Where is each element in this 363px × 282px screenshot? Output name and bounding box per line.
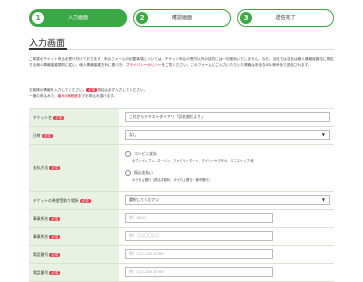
office-code-input[interactable]: 例）0001 (125, 213, 273, 223)
option-label: 振込支払い (134, 170, 153, 175)
option-description: ゆうちょ銀行（振込手数料：ゆうちょ銀行・都市銀行） (132, 178, 212, 182)
step-progress: 1 入力画面 2 確認画面 3 送信完了 (29, 9, 334, 27)
step-label: 送信完了 (275, 15, 296, 21)
label-text: 電話番号 (33, 270, 49, 275)
label-text: 日時 (33, 133, 41, 138)
instruction-text: お客様の情報を入力してください。 (29, 88, 87, 92)
form-row-office-name: 事業所名 必須 例）0001 (29, 210, 334, 228)
required-badge: 必須 (49, 234, 61, 240)
intro-text: をご覧ください。このフォームにご入力いただいた情報は安全な (161, 63, 266, 67)
seat-limit-note: 最大5席程度まで (57, 94, 86, 98)
intro-text: SSL暗号化 (265, 63, 284, 67)
field-label: チケット名 必須 (29, 109, 119, 126)
field-label: 事業所名 必須 (29, 210, 119, 227)
application-form: チケット名 必須 これからテキストダイアリ「浜名湖だより」 日時 必須 なし ▼ … (29, 108, 334, 282)
phone-input-2[interactable]: 例）012-345-6789 (125, 267, 273, 277)
payment-options: コンビニ支払 セブンイレブン、ローソン、ファミリーマート、デイリーヤマザキ、ミニ… (125, 148, 330, 188)
option-label: コンビニ支払 (134, 151, 157, 156)
payment-option-transfer[interactable]: 振込支払い (125, 170, 153, 176)
delivery-location-select[interactable]: 選択してください ▼ (125, 195, 330, 205)
intro-paragraph: ご希望のチケット申込を受け付けております。申込フォームの記載事項については、チケ… (29, 56, 334, 68)
title-divider (29, 48, 334, 50)
field-label: 支払方法 必須 (29, 145, 119, 191)
label-text: チケットの希望受取り場所 (33, 198, 79, 203)
form-row-delivery: チケットの希望受取り場所 必須 選択してください ▼ (29, 192, 334, 210)
step-input: 1 入力画面 (29, 9, 127, 27)
ticket-name-field[interactable]: これからテキストダイアリ「浜名湖だより」 (125, 112, 330, 122)
date-select[interactable]: なし ▼ (125, 130, 330, 140)
select-value: 選択してください (129, 197, 160, 202)
required-badge: 必須 (49, 270, 61, 276)
intro-text: で送信されます。 (283, 63, 312, 67)
required-badge: 必須 (41, 133, 53, 139)
label-text: 事業所名 (33, 234, 49, 239)
required-badge: 必須 (79, 198, 91, 204)
required-badge: 必須 (49, 165, 61, 171)
label-text: チケット名 (33, 115, 52, 120)
field-label: チケットの希望受取り場所 必須 (29, 192, 119, 209)
instruction-text: 一度の申込みで、 (29, 94, 58, 98)
required-badge: 必須 (86, 87, 98, 93)
intro-text: に従い、個人情報保護方針に基づき、 (64, 63, 126, 67)
intro-text: ご希望のチケット申込を受け付けております。申込フォームの記載事項については、チケ… (29, 57, 295, 61)
instructions: お客様の情報を入力してください。 必須 項目は必ず入力してください。 一度の申込みで… (29, 87, 334, 99)
step-label: 入力画面 (67, 15, 88, 21)
privacy-policy-link[interactable]: プライバシーポリシー (126, 63, 162, 67)
form-row-phone: 電話番号 必須 例）012-345-6789 (29, 246, 334, 264)
required-badge: 必須 (49, 252, 61, 258)
office-name-input[interactable]: 例）〇〇〇〇〇〇 (125, 231, 273, 241)
label-text: 事業所名 (33, 216, 49, 221)
instruction-text: お申込み頂けます。 (85, 94, 118, 98)
field-label: 電話番号 必須 (29, 264, 119, 281)
label-text: 電話番号 (33, 252, 49, 257)
payment-option-convenience[interactable]: コンビニ支払 (125, 151, 157, 157)
form-row-date: 日時 必須 なし ▼ (29, 127, 334, 145)
option-description: セブンイレブン、ローソン、ファミリーマート、デイリーヤマザキ、ミニストップ 他 (132, 159, 254, 163)
dropdown-arrow-icon: ▼ (321, 197, 325, 202)
field-label: 電話番号 必須 (29, 246, 119, 263)
required-badge: 必須 (49, 216, 61, 222)
select-value: なし (129, 132, 137, 137)
instruction-text: 項目は必ず入力してください。 (97, 88, 148, 92)
form-row-ticket: チケット名 必須 これからテキストダイアリ「浜名湖だより」 (29, 109, 334, 127)
step-confirm: 2 確認画面 (133, 9, 231, 27)
label-text: 支払方法 (33, 165, 49, 170)
form-row-payment: 支払方法 必須 コンビニ支払 セブンイレブン、ローソン、ファミリーマート、デイリ… (29, 145, 334, 192)
form-row-office-name-2: 事業所名 必須 例）〇〇〇〇〇〇 (29, 228, 334, 246)
form-row-phone-2: 電話番号 必須 例）012-345-6789 (29, 264, 334, 282)
step-complete: 3 送信完了 (237, 9, 334, 27)
dropdown-arrow-icon: ▼ (321, 132, 325, 137)
field-label: 日時 必須 (29, 127, 119, 144)
field-label: 事業所名 必須 (29, 228, 119, 245)
intro-text: 個人情報保護規則 (36, 63, 65, 67)
phone-input[interactable]: 例）012-345-6789 (125, 249, 273, 259)
required-badge: 必須 (53, 115, 64, 121)
radio-icon[interactable] (125, 151, 131, 157)
step-label: 確認画面 (171, 15, 192, 21)
radio-icon[interactable] (125, 170, 131, 176)
